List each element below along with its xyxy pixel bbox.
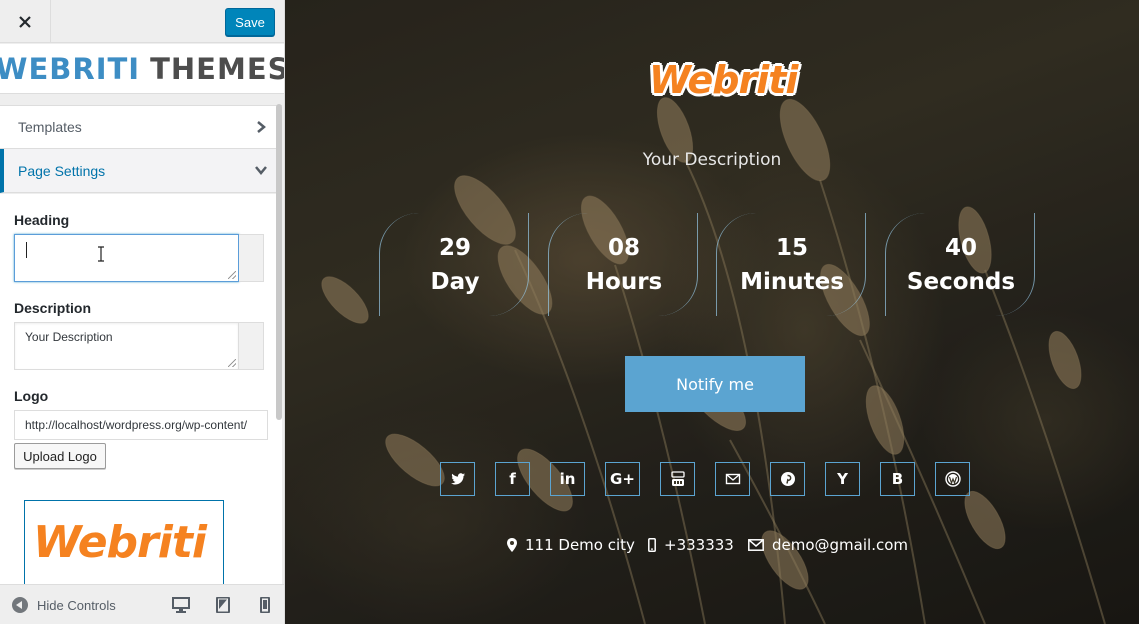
mobile-icon[interactable] (256, 597, 274, 613)
brand-part2: THEMES (150, 51, 285, 86)
email-text[interactable]: demo@gmail.com (772, 536, 908, 554)
close-icon (19, 15, 31, 28)
countdown-hours: 08 Hours (548, 213, 698, 316)
chevron-down-icon (255, 166, 267, 175)
logo-label: Logo (14, 388, 49, 404)
text-caret (26, 242, 27, 258)
wordpress-icon[interactable] (935, 462, 970, 496)
map-marker-icon (507, 538, 517, 552)
description-label: Description (14, 300, 92, 316)
chevron-right-icon (257, 121, 266, 133)
brand-part1: WEBRITI (0, 51, 141, 86)
heading-label: Heading (14, 212, 70, 228)
section-page-settings-label: Page Settings (18, 162, 106, 179)
phone-item: +333333 (648, 536, 734, 554)
notify-me-button[interactable]: Notify me (625, 356, 805, 412)
yahoo-icon[interactable]: Y (825, 462, 860, 496)
heading-input-side (239, 234, 264, 282)
countdown-unit: Seconds (906, 269, 1016, 295)
countdown-unit: Minutes (740, 269, 844, 295)
customizer-panel: Save WEBRITI THEMES Templates Page Setti… (0, 0, 285, 624)
site-description: Your Description (642, 150, 782, 170)
logo-preview[interactable]: Webriti (24, 500, 224, 584)
countdown-unit: Day (430, 269, 480, 295)
upload-logo-button[interactable]: Upload Logo (14, 443, 106, 469)
heading-input[interactable] (14, 234, 239, 282)
description-input-side (239, 322, 264, 370)
phone-text: +333333 (664, 536, 734, 554)
close-button[interactable] (0, 0, 51, 43)
google-plus-icon[interactable]: G+ (605, 462, 640, 496)
panel-footer: Hide Controls (0, 584, 284, 624)
theme-brand: WEBRITI THEMES (0, 44, 285, 94)
tablet-icon[interactable] (214, 597, 232, 613)
description-input[interactable]: Your Description (14, 322, 239, 370)
section-templates[interactable]: Templates (0, 105, 282, 149)
pinterest-icon[interactable] (770, 462, 805, 496)
behance-icon[interactable]: B (880, 462, 915, 496)
countdown-unit: Hours (585, 269, 663, 295)
countdown-minutes: 15 Minutes (716, 213, 866, 316)
facebook-icon[interactable]: f (495, 462, 530, 496)
save-button[interactable]: Save (225, 8, 275, 36)
description-value: Your Description (25, 330, 113, 344)
hide-controls-button[interactable]: Hide Controls (12, 597, 116, 613)
email-item[interactable]: demo@gmail.com (748, 536, 908, 554)
site-preview: Webriti Your Description 29 Day 08 Hours… (285, 0, 1139, 624)
resize-grip[interactable] (228, 271, 236, 279)
countdown-seconds: 40 Seconds (885, 213, 1035, 316)
hide-controls-label: Hide Controls (37, 597, 116, 613)
logo-url-input[interactable]: http://localhost/wordpress.org/wp-conten… (14, 410, 268, 440)
page-settings-content: Heading Description Your Description Log… (0, 194, 282, 584)
countdown-value: 29 (438, 235, 471, 261)
address-text: 111 Demo city (525, 536, 635, 554)
linkedin-icon[interactable]: in (550, 462, 585, 496)
collapse-icon (12, 597, 28, 613)
youtube-icon[interactable] (660, 462, 695, 496)
resize-grip[interactable] (228, 359, 236, 367)
mobile-phone-icon (648, 538, 656, 552)
envelope-icon (748, 539, 764, 551)
twitter-icon[interactable] (440, 462, 475, 496)
contact-info: 111 Demo city +333333 demo@gmail.com (285, 536, 1139, 556)
desktop-icon[interactable] (172, 597, 190, 613)
logo-preview-text: Webriti (33, 517, 207, 568)
countdown-value: 08 (607, 235, 640, 261)
email-icon[interactable] (715, 462, 750, 496)
countdown-value: 40 (944, 235, 977, 261)
section-templates-label: Templates (18, 119, 82, 135)
text-cursor-icon (98, 246, 104, 262)
countdown-value: 15 (775, 235, 808, 261)
section-page-settings[interactable]: Page Settings (0, 149, 282, 193)
panel-scrollbar[interactable] (276, 104, 282, 420)
countdown-days: 29 Day (379, 213, 529, 316)
panel-header: Save (0, 0, 284, 43)
site-logo[interactable]: Webriti (649, 58, 798, 102)
address-item: 111 Demo city (507, 536, 635, 554)
